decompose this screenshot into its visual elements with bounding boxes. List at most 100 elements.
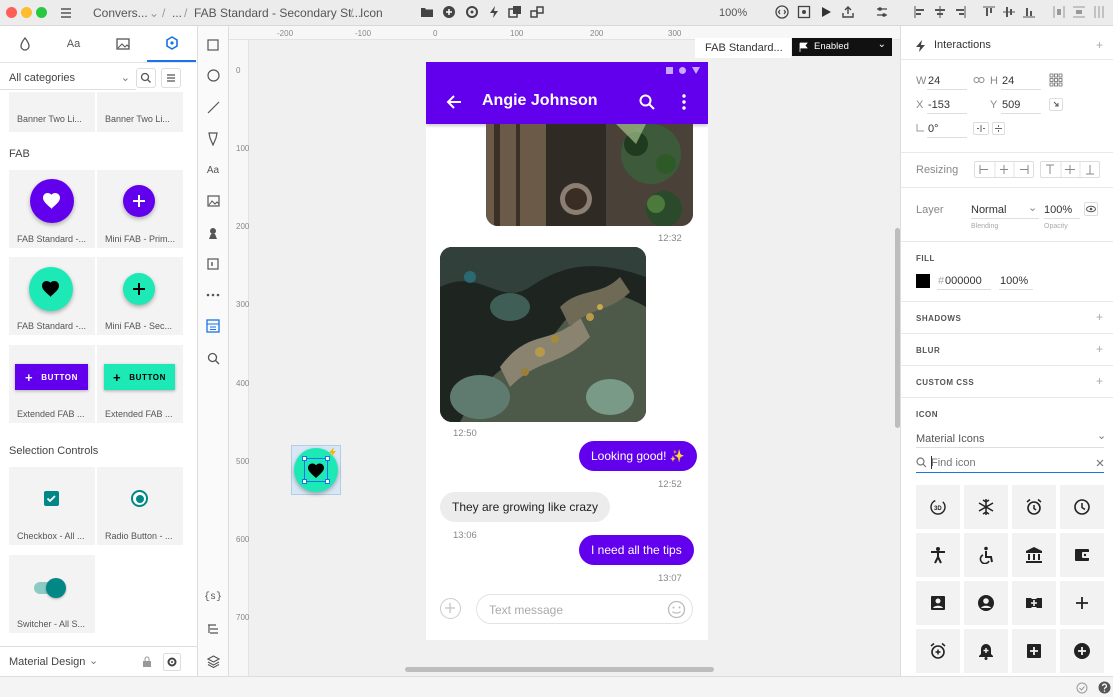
tidy-icon[interactable]	[1092, 5, 1108, 21]
outgoing-message[interactable]: Looking good! ✨	[579, 441, 697, 471]
fab-selection-area[interactable]	[291, 445, 341, 495]
accessibility-icon[interactable]	[916, 533, 960, 577]
rotation-field[interactable]: 0°	[928, 123, 939, 135]
state-component-name[interactable]: FAB Standard...	[695, 38, 791, 58]
close-icon[interactable]	[1096, 459, 1104, 467]
accessible-icon[interactable]	[964, 533, 1008, 577]
align-right-icon[interactable]	[953, 5, 969, 21]
toggle-panels-icon[interactable]	[875, 5, 891, 21]
add-attachment-button[interactable]	[440, 598, 461, 619]
flip-vertical-button[interactable]	[992, 122, 1005, 135]
add-interaction-icon[interactable]: +	[1096, 38, 1103, 52]
position-toggle[interactable]	[1049, 98, 1063, 111]
component-card[interactable]: Checkbox - All ...	[9, 467, 95, 545]
photo-message[interactable]	[440, 247, 646, 422]
library-settings-button[interactable]	[163, 653, 181, 671]
duplicate-icon[interactable]	[508, 5, 524, 21]
component-card[interactable]: Banner Two Li...	[9, 92, 95, 132]
fill-hex-field[interactable]: 000000	[945, 275, 982, 287]
tab-components[interactable]	[147, 26, 196, 62]
add-circle-icon[interactable]	[1060, 629, 1104, 673]
tab-colors[interactable]	[0, 26, 49, 62]
line-tool[interactable]	[204, 98, 222, 116]
fill-opacity-field[interactable]: 100%	[1000, 275, 1028, 287]
add-box-icon[interactable]	[1012, 629, 1056, 673]
component-card[interactable]: Mini FAB - Prim...	[97, 170, 183, 248]
embed-tool[interactable]	[204, 255, 222, 273]
height-field[interactable]: 24	[1002, 75, 1014, 87]
folder-icon[interactable]	[420, 5, 436, 21]
variables-tool[interactable]: {s}	[204, 588, 222, 606]
add-alert-icon[interactable]	[964, 629, 1008, 673]
resize-handle[interactable]	[325, 479, 330, 484]
share-icon[interactable]	[841, 5, 857, 21]
access-time-icon[interactable]	[1060, 485, 1104, 529]
component-card[interactable]: Banner Two Li...	[97, 92, 183, 132]
emoji-icon[interactable]	[667, 600, 686, 619]
inspect-icon[interactable]	[797, 5, 813, 21]
zoom-window-button[interactable]	[36, 7, 47, 18]
align-bottom-icon[interactable]	[1022, 5, 1038, 21]
visibility-toggle[interactable]	[1084, 202, 1098, 216]
more-tools[interactable]	[204, 286, 222, 304]
state-select[interactable]: Enabled ⌄	[792, 38, 892, 56]
incoming-message[interactable]: They are growing like crazy	[440, 492, 611, 522]
account-circle-icon[interactable]	[964, 581, 1008, 625]
align-center-h-icon[interactable]	[933, 5, 949, 21]
component-card[interactable]: + BUTTON Extended FAB ...	[97, 345, 183, 423]
3d-rotation-icon[interactable]: 3D	[916, 485, 960, 529]
link-dimensions-icon[interactable]	[973, 76, 985, 84]
components-tool[interactable]	[204, 317, 222, 335]
x-field[interactable]: -153	[928, 99, 950, 111]
search-tool[interactable]	[204, 349, 222, 367]
settings-icon[interactable]	[465, 5, 481, 21]
align-top-icon[interactable]	[982, 5, 998, 21]
image-tool[interactable]	[204, 192, 222, 210]
breadcrumb-symbol[interactable]: FAB Standard - Secondary St...	[194, 6, 361, 20]
component-card[interactable]: + BUTTON Extended FAB ...	[9, 345, 95, 423]
account-balance-icon[interactable]	[1012, 533, 1056, 577]
lightning-icon[interactable]	[487, 5, 503, 21]
add-css-icon[interactable]: +	[1096, 374, 1103, 388]
close-window-button[interactable]	[6, 7, 17, 18]
distribute-v-icon[interactable]	[1072, 5, 1088, 21]
resize-handle[interactable]	[302, 456, 307, 461]
photo-message[interactable]	[486, 124, 693, 226]
add-alarm-icon[interactable]	[916, 629, 960, 673]
breadcrumb-ellipsis[interactable]: ...	[172, 6, 182, 20]
component-icon[interactable]	[442, 5, 458, 21]
outgoing-message[interactable]: I need all the tips	[579, 535, 694, 565]
flip-horizontal-button[interactable]	[973, 122, 989, 135]
layers-tree-tool[interactable]	[204, 620, 222, 638]
horizontal-constraints[interactable]	[974, 161, 1034, 178]
add-icon[interactable]	[1060, 581, 1104, 625]
blend-mode-select[interactable]: Normal	[971, 204, 1006, 216]
text-tool[interactable]: Aa	[204, 161, 222, 179]
distribute-h-icon[interactable]	[1052, 5, 1068, 21]
code-export-icon[interactable]	[775, 5, 791, 21]
check-circle-icon[interactable]	[1076, 682, 1088, 694]
component-card[interactable]: Radio Button - ...	[97, 467, 183, 545]
search-icon[interactable]	[639, 94, 655, 110]
vertical-constraints[interactable]	[1040, 161, 1100, 178]
add-shadow-icon[interactable]: +	[1096, 310, 1103, 324]
layers-tool[interactable]	[204, 652, 222, 670]
library-name[interactable]: Material Design	[9, 656, 85, 668]
component-card[interactable]: Mini FAB - Sec...	[97, 257, 183, 335]
component-card[interactable]: FAB Standard -...	[9, 170, 95, 248]
ellipse-tool[interactable]	[204, 66, 222, 84]
breadcrumb-project[interactable]: Convers...	[93, 6, 148, 20]
account-balance-wallet-icon[interactable]	[1060, 533, 1104, 577]
icon-selection-box[interactable]	[302, 456, 330, 484]
add-to-queue-icon[interactable]	[1012, 581, 1056, 625]
tab-images[interactable]	[98, 26, 147, 62]
width-field[interactable]: 24	[928, 75, 940, 87]
arrow-back-icon[interactable]	[446, 94, 462, 110]
search-button[interactable]	[136, 68, 156, 88]
y-field[interactable]: 509	[1002, 99, 1020, 111]
resize-handle[interactable]	[302, 479, 307, 484]
category-select[interactable]: All categories ⌄	[0, 66, 136, 90]
grid-icon[interactable]	[1049, 73, 1063, 87]
ac-unit-icon[interactable]	[964, 485, 1008, 529]
horizontal-scrollbar[interactable]	[405, 667, 714, 672]
